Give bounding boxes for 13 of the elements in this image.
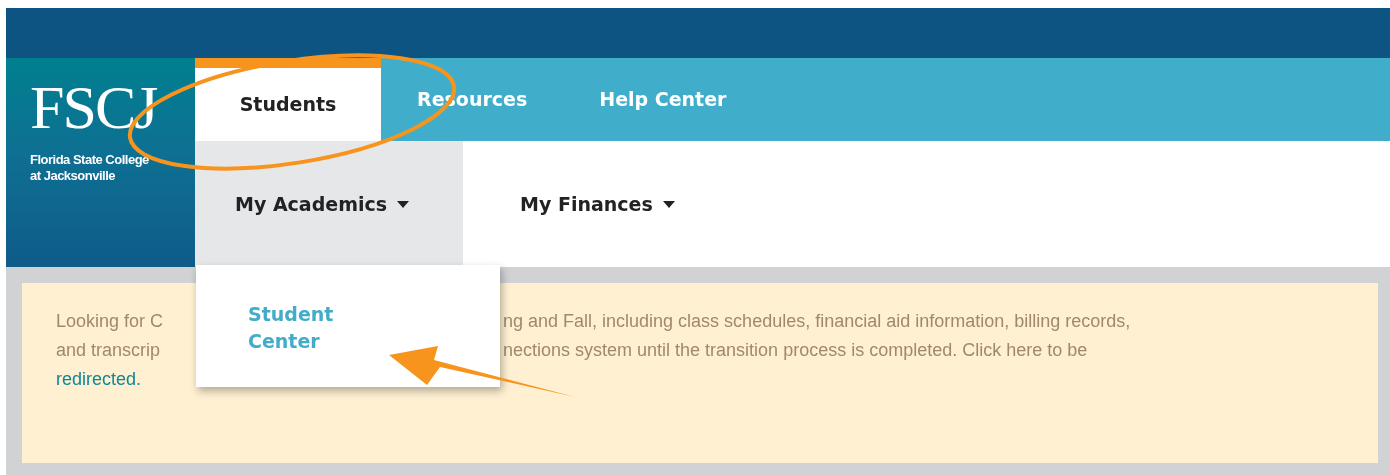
redirect-link[interactable]: redirected.	[56, 365, 142, 394]
notice-text: nections system until the transition process is completed. Click here to be	[503, 339, 1088, 362]
menu-button[interactable]: My Academics	[195, 141, 463, 267]
notice-text: Looking for C	[56, 310, 164, 333]
notice-text: ng and Fall, including class schedules, financial aid information, billing records,	[503, 310, 1131, 333]
menu-item[interactable]: Student Center	[248, 301, 358, 355]
caret-icon	[397, 200, 410, 208]
nav-tab[interactable]: Students	[195, 58, 381, 141]
college-name: Florida State College at Jacksonville	[30, 152, 150, 184]
caret-icon	[662, 200, 675, 208]
notice-text: and transcrip	[56, 339, 161, 362]
logo-wordmark: FSCJ	[30, 76, 158, 138]
nav-tab[interactable]: Help Center	[563, 58, 763, 141]
